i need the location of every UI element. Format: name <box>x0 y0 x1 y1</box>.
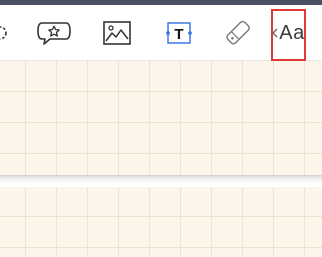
eraser-tool-button[interactable] <box>220 5 254 61</box>
text-box-tool-button[interactable]: T <box>161 5 197 61</box>
image-tool-button[interactable] <box>98 5 136 61</box>
lasso-tool-button[interactable] <box>0 5 12 61</box>
svg-text:T: T <box>174 26 183 43</box>
image-icon <box>102 20 132 46</box>
sticker-tool-button[interactable] <box>34 5 74 61</box>
eraser-icon <box>222 18 252 48</box>
page-separator <box>0 175 322 187</box>
text-box-icon: T <box>164 20 194 46</box>
highlight-box <box>271 9 306 61</box>
canvas-page-next[interactable] <box>0 187 322 257</box>
sticker-icon <box>36 19 72 47</box>
canvas-page[interactable] <box>0 61 322 175</box>
lasso-icon <box>0 23 12 43</box>
